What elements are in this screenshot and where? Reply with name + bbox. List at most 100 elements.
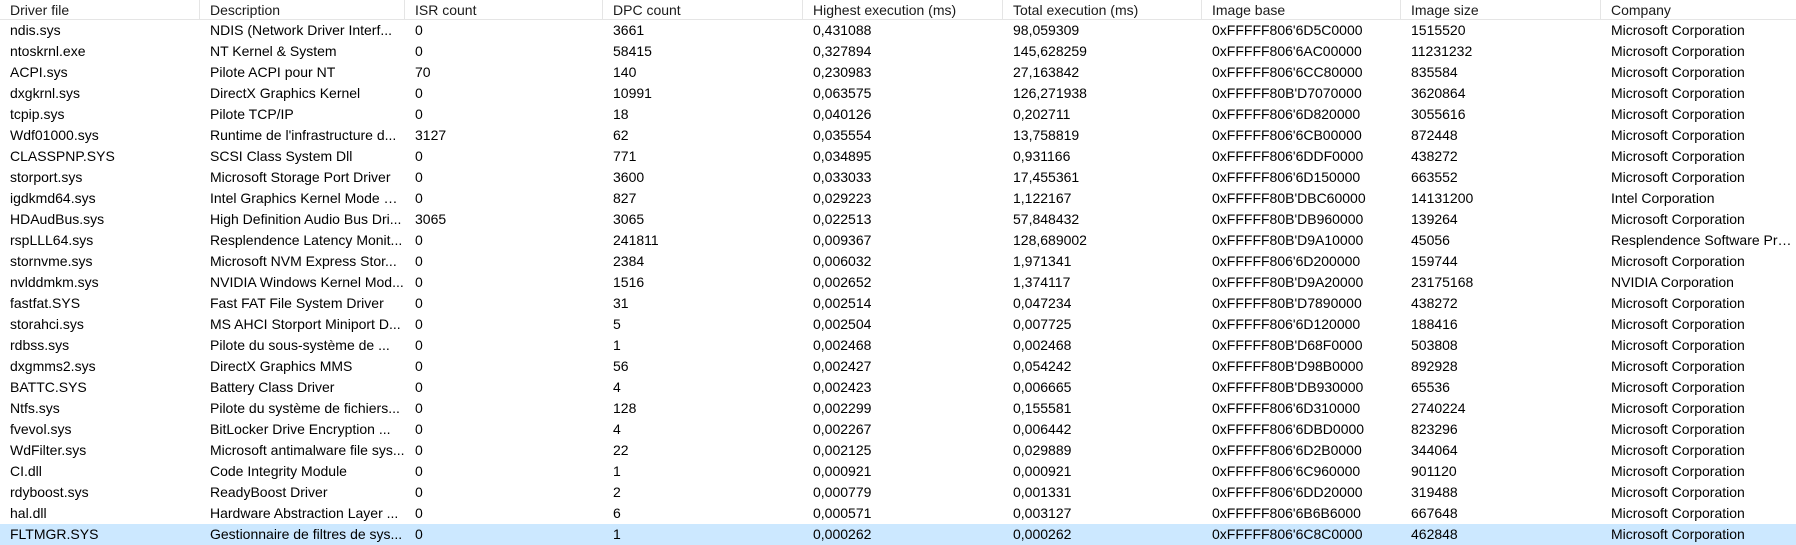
table-row[interactable]: igdkmd64.sys Intel Graphics Kernel Mode D… — [0, 188, 1796, 209]
image-base-cell: 0xFFFFF806'6C960000 — [1212, 463, 1361, 479]
driver-file-cell: storahci.sys — [10, 316, 84, 332]
description-cell: DirectX Graphics Kernel — [210, 85, 361, 101]
image-base-cell: 0xFFFFF806'6D820000 — [1212, 106, 1361, 122]
col-image-base-header[interactable]: Image base — [1202, 0, 1401, 19]
highest-execution-cell: 0,431088 — [813, 22, 872, 38]
table-row[interactable]: nvlddmkm.sys NVIDIA Windows Kernel Mod...… — [0, 272, 1796, 293]
image-base-cell: 0xFFFFF806'6C8C0000 — [1212, 526, 1363, 542]
dpc-count-cell: 62 — [613, 127, 629, 143]
drivers-list-view[interactable]: Driver file Description ISR count DPC count… — [0, 0, 1796, 545]
image-size-cell: 159744 — [1411, 253, 1458, 269]
image-size-cell: 667648 — [1411, 505, 1458, 521]
highest-execution-cell: 0,002299 — [813, 400, 872, 416]
table-row[interactable]: FLTMGR.SYS Gestionnaire de filtres de sys… — [0, 524, 1796, 545]
isr-count-cell: 0 — [415, 400, 423, 416]
isr-count-cell: 0 — [415, 190, 423, 206]
table-row[interactable]: rspLLL64.sys Resplendence Latency Monit..… — [0, 230, 1796, 251]
table-row[interactable]: BATTC.SYS Battery Class Driver 0 4 0,002423 0… — [0, 377, 1796, 398]
company-cell: Intel Corporation — [1611, 190, 1715, 206]
table-row[interactable]: fvevol.sys BitLocker Drive Encryption ...… — [0, 419, 1796, 440]
image-size-cell: 892928 — [1411, 358, 1458, 374]
description-cell: Gestionnaire de filtres de sys... — [210, 526, 403, 542]
total-execution-cell: 1,374117 — [1013, 274, 1071, 290]
isr-count-cell: 0 — [415, 442, 423, 458]
table-row[interactable]: stornvme.sys Microsoft NVM Express Stor..… — [0, 251, 1796, 272]
dpc-count-cell: 3661 — [613, 22, 645, 38]
col-isr-count-header[interactable]: ISR count — [405, 0, 603, 19]
highest-execution-cell: 0,000262 — [813, 526, 872, 542]
driver-file-cell: stornvme.sys — [10, 253, 93, 269]
total-execution-cell: 0,000921 — [1013, 463, 1072, 479]
image-base-cell: 0xFFFFF806'6DD20000 — [1212, 484, 1363, 500]
highest-execution-cell: 0,000779 — [813, 484, 872, 500]
image-size-cell: 3620864 — [1411, 85, 1466, 101]
table-row[interactable]: dxgmms2.sys DirectX Graphics MMS 0 56 0,0024… — [0, 356, 1796, 377]
driver-file-cell: rspLLL64.sys — [10, 232, 94, 248]
total-execution-cell: 0,155581 — [1013, 400, 1072, 416]
dpc-count-cell: 3065 — [613, 211, 645, 227]
dpc-count-cell: 1 — [613, 337, 621, 353]
table-row[interactable]: storport.sys Microsoft Storage Port Drive… — [0, 167, 1796, 188]
description-cell: Code Integrity Module — [210, 463, 347, 479]
table-row[interactable]: dxgkrnl.sys DirectX Graphics Kernel 0 10991… — [0, 83, 1796, 104]
dpc-count-cell: 56 — [613, 358, 629, 374]
company-cell: Microsoft Corporation — [1611, 442, 1745, 458]
table-row[interactable]: WdFilter.sys Microsoft antimalware file s… — [0, 440, 1796, 461]
col-driver-file-header[interactable]: Driver file — [0, 0, 200, 19]
isr-count-cell: 0 — [415, 379, 423, 395]
description-cell: Microsoft Storage Port Driver — [210, 169, 391, 185]
total-execution-cell: 0,001331 — [1013, 484, 1072, 500]
col-total-execution-header[interactable]: Total execution (ms) — [1003, 0, 1202, 19]
total-execution-cell: 0,007725 — [1013, 316, 1072, 332]
table-row[interactable]: CLASSPNP.SYS SCSI Class System Dll 0 771 0,0… — [0, 146, 1796, 167]
col-image-size-header[interactable]: Image size — [1401, 0, 1601, 19]
driver-file-cell: HDAudBus.sys — [10, 211, 105, 227]
description-cell: Pilote TCP/IP — [210, 106, 294, 122]
table-row[interactable]: ACPI.sys Pilote ACPI pour NT 70 140 0,230983… — [0, 62, 1796, 83]
description-cell: Intel Graphics Kernel Mode D... — [210, 190, 405, 206]
highest-execution-cell: 0,002427 — [813, 358, 872, 374]
image-base-cell: 0xFFFFF80B'DB930000 — [1212, 379, 1364, 395]
description-cell: Fast FAT File System Driver — [210, 295, 384, 311]
dpc-count-cell: 10991 — [613, 85, 652, 101]
table-row[interactable]: HDAudBus.sys High Definition Audio Bus Dr… — [0, 209, 1796, 230]
driver-file-cell: rdbss.sys — [10, 337, 70, 353]
image-size-cell: 901120 — [1411, 463, 1457, 479]
table-row[interactable]: Ntfs.sys Pilote du système de fichiers...… — [0, 398, 1796, 419]
isr-count-cell: 0 — [415, 484, 423, 500]
image-size-cell: 438272 — [1411, 295, 1458, 311]
col-description-header[interactable]: Description — [200, 0, 405, 19]
total-execution-cell: 0,029889 — [1013, 442, 1072, 458]
dpc-count-cell: 128 — [613, 400, 637, 416]
table-row[interactable]: ntoskrnl.exe NT Kernel & System 0 58415 0,32… — [0, 41, 1796, 62]
image-base-cell: 0xFFFFF80B'DBC60000 — [1212, 190, 1366, 206]
image-base-cell: 0xFFFFF80B'D7070000 — [1212, 85, 1362, 101]
image-size-cell: 3055616 — [1411, 106, 1466, 122]
driver-file-cell: igdkmd64.sys — [10, 190, 96, 206]
col-dpc-count-header[interactable]: DPC count — [603, 0, 803, 19]
table-row[interactable]: tcpip.sys Pilote TCP/IP 0 18 0,040126 0,20271… — [0, 104, 1796, 125]
table-row[interactable]: storahci.sys MS AHCI Storport Miniport D.… — [0, 314, 1796, 335]
isr-count-cell: 3127 — [415, 127, 447, 143]
total-execution-cell: 27,163842 — [1013, 64, 1080, 80]
description-cell: NT Kernel & System — [210, 43, 337, 59]
description-cell: NDIS (Network Driver Interf... — [210, 22, 393, 38]
table-row[interactable]: CI.dll Code Integrity Module 0 1 0,000921 0,0… — [0, 461, 1796, 482]
table-row[interactable]: fastfat.SYS Fast FAT File System Driver 0 3… — [0, 293, 1796, 314]
table-row[interactable]: Wdf01000.sys Runtime de l'infrastructure … — [0, 125, 1796, 146]
total-execution-cell: 0,054242 — [1013, 358, 1072, 374]
dpc-count-cell: 18 — [613, 106, 629, 122]
image-base-cell: 0xFFFFF806'6DDF0000 — [1212, 148, 1364, 164]
driver-file-cell: ntoskrnl.exe — [10, 43, 86, 59]
col-company-header[interactable]: Company — [1601, 0, 1796, 19]
table-row[interactable]: ndis.sys NDIS (Network Driver Interf... 0 3… — [0, 20, 1796, 41]
table-row[interactable]: rdbss.sys Pilote du sous-système de ... 0 1… — [0, 335, 1796, 356]
table-row[interactable]: rdyboost.sys ReadyBoost Driver 0 2 0,000779 0… — [0, 482, 1796, 503]
company-cell: Microsoft Corporation — [1611, 211, 1745, 227]
isr-count-cell: 0 — [415, 43, 423, 59]
driver-file-cell: ndis.sys — [10, 22, 61, 38]
table-row[interactable]: hal.dll Hardware Abstraction Layer ... 0 6 0… — [0, 503, 1796, 524]
driver-file-cell: BATTC.SYS — [10, 379, 87, 395]
highest-execution-cell: 0,040126 — [813, 106, 872, 122]
col-highest-execution-header[interactable]: Highest execution (ms) — [803, 0, 1003, 19]
